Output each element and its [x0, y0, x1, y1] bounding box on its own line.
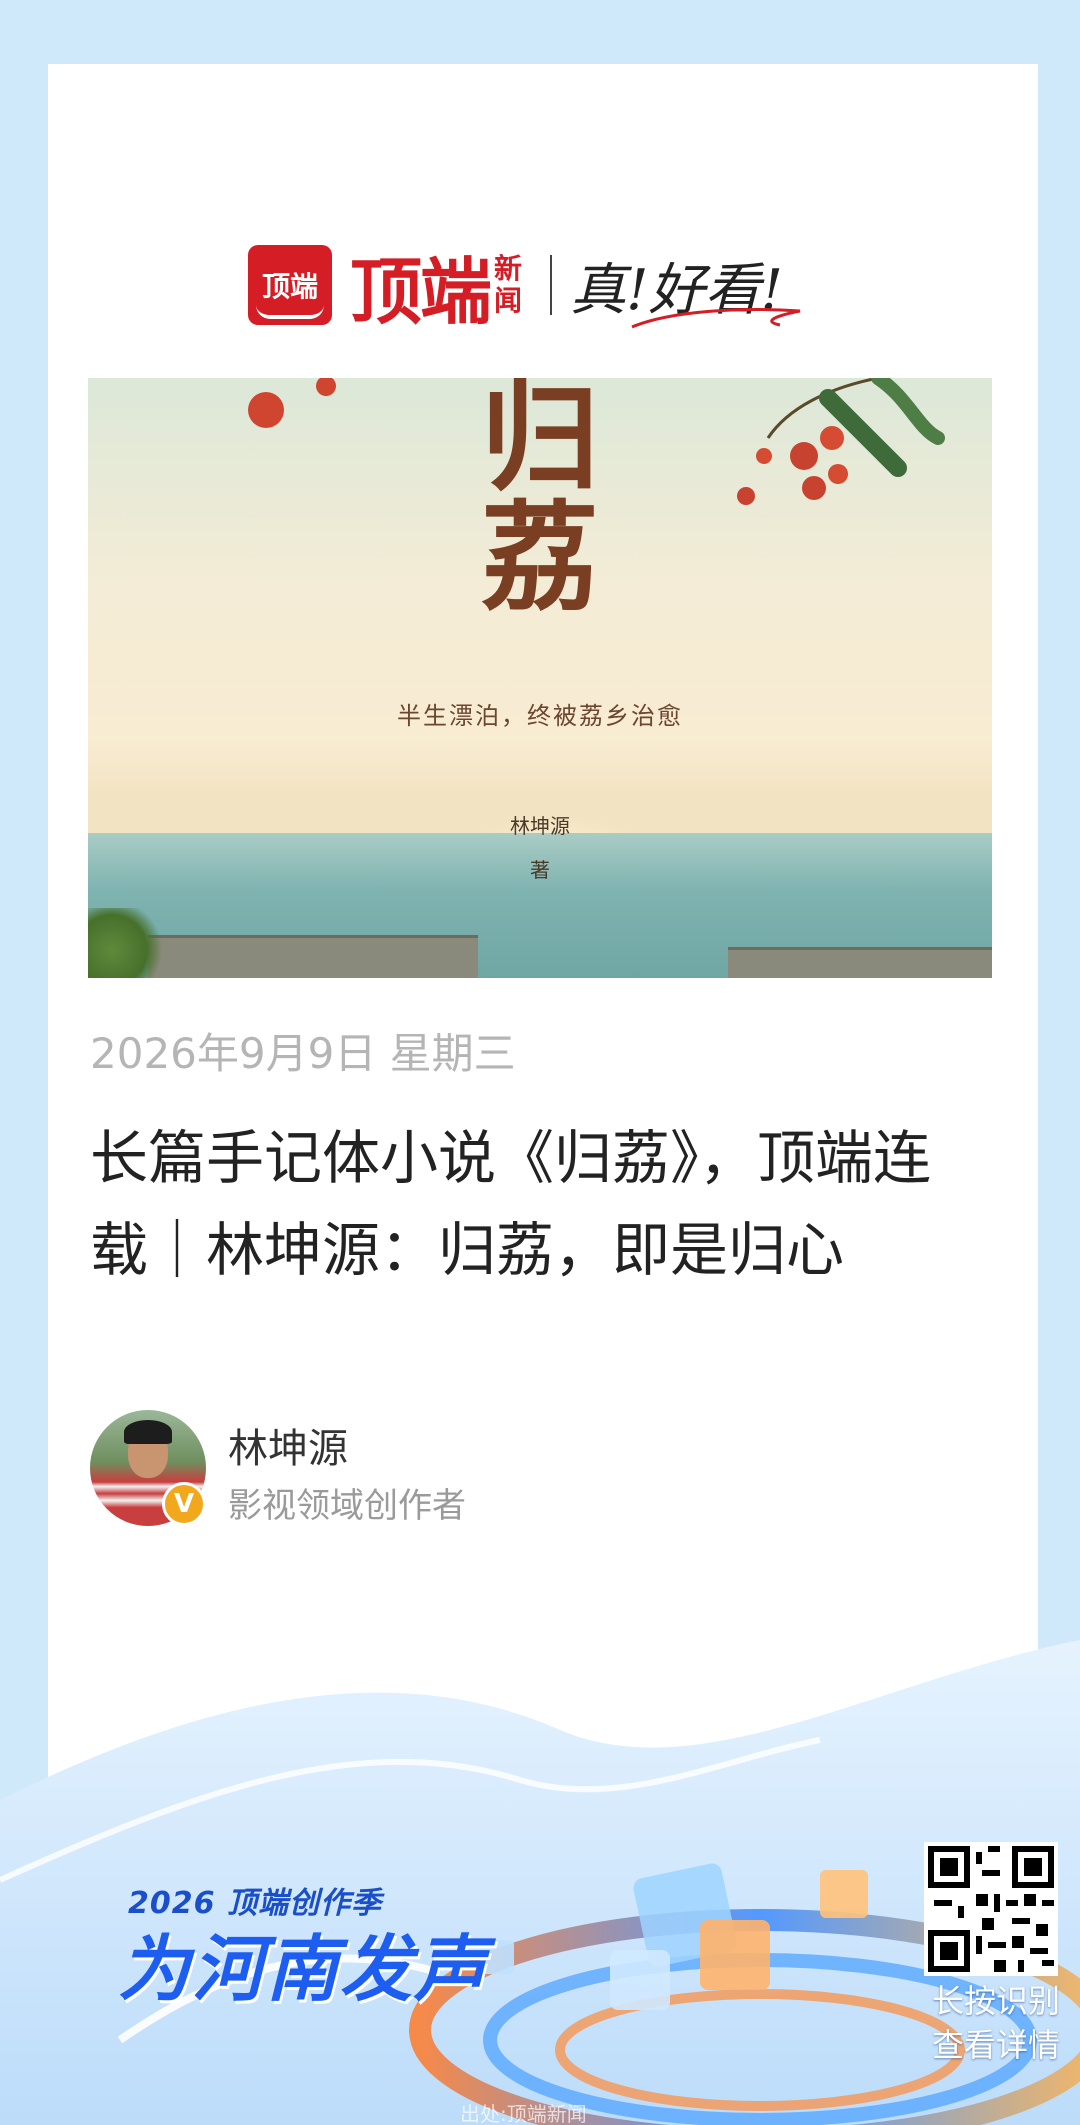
- cover-author-suffix: 著: [530, 858, 550, 882]
- campaign-banner[interactable]: 2026 顶端创作季 为河南发声 长按识别 查看详情 出处:顶端新闻: [0, 1640, 1080, 2125]
- stone-wall-right: [728, 947, 992, 978]
- swoosh-decoration: [631, 307, 801, 328]
- brand-news-label: 新闻: [494, 252, 523, 317]
- brand-logo: 顶端: [248, 245, 332, 325]
- cover-subtitle: 半生漂泊，终被荔乡治愈: [397, 702, 683, 730]
- brand-name: 顶端: [350, 249, 492, 334]
- brand-divider: [550, 255, 553, 315]
- avatar-hair: [124, 1420, 172, 1444]
- publish-date: 2026年9月9日 星期三: [90, 1029, 516, 1078]
- watermark: 出处:顶端新闻: [460, 2102, 587, 2125]
- brand-header: 顶端 顶端 新闻 真!好看!: [248, 240, 801, 334]
- author-name[interactable]: 林坤源: [228, 1416, 348, 1474]
- author-role: 影视领域创作者: [228, 1486, 466, 1526]
- qr-hint-line1: 长按识别: [931, 1982, 1060, 2020]
- cover-author: 林坤源: [510, 814, 570, 838]
- cover-image[interactable]: 归荔 半生漂泊，终被荔乡治愈 林坤源 著: [88, 378, 992, 978]
- cover-title: 归荔: [480, 378, 599, 627]
- verified-badge-icon: V: [162, 1482, 206, 1526]
- campaign-slogan: 为河南发声: [118, 1927, 489, 2011]
- stone-wall-left: [148, 935, 478, 978]
- bush: [88, 908, 168, 978]
- qr-code-icon[interactable]: [924, 1842, 1058, 1976]
- brand-slogan: 真!好看!: [570, 245, 801, 328]
- qr-hint-line2: 查看详情: [931, 2026, 1060, 2064]
- article-headline[interactable]: 长篇手记体小说《归荔》，顶端连载｜林坤源：归荔，即是归心: [90, 1112, 960, 1296]
